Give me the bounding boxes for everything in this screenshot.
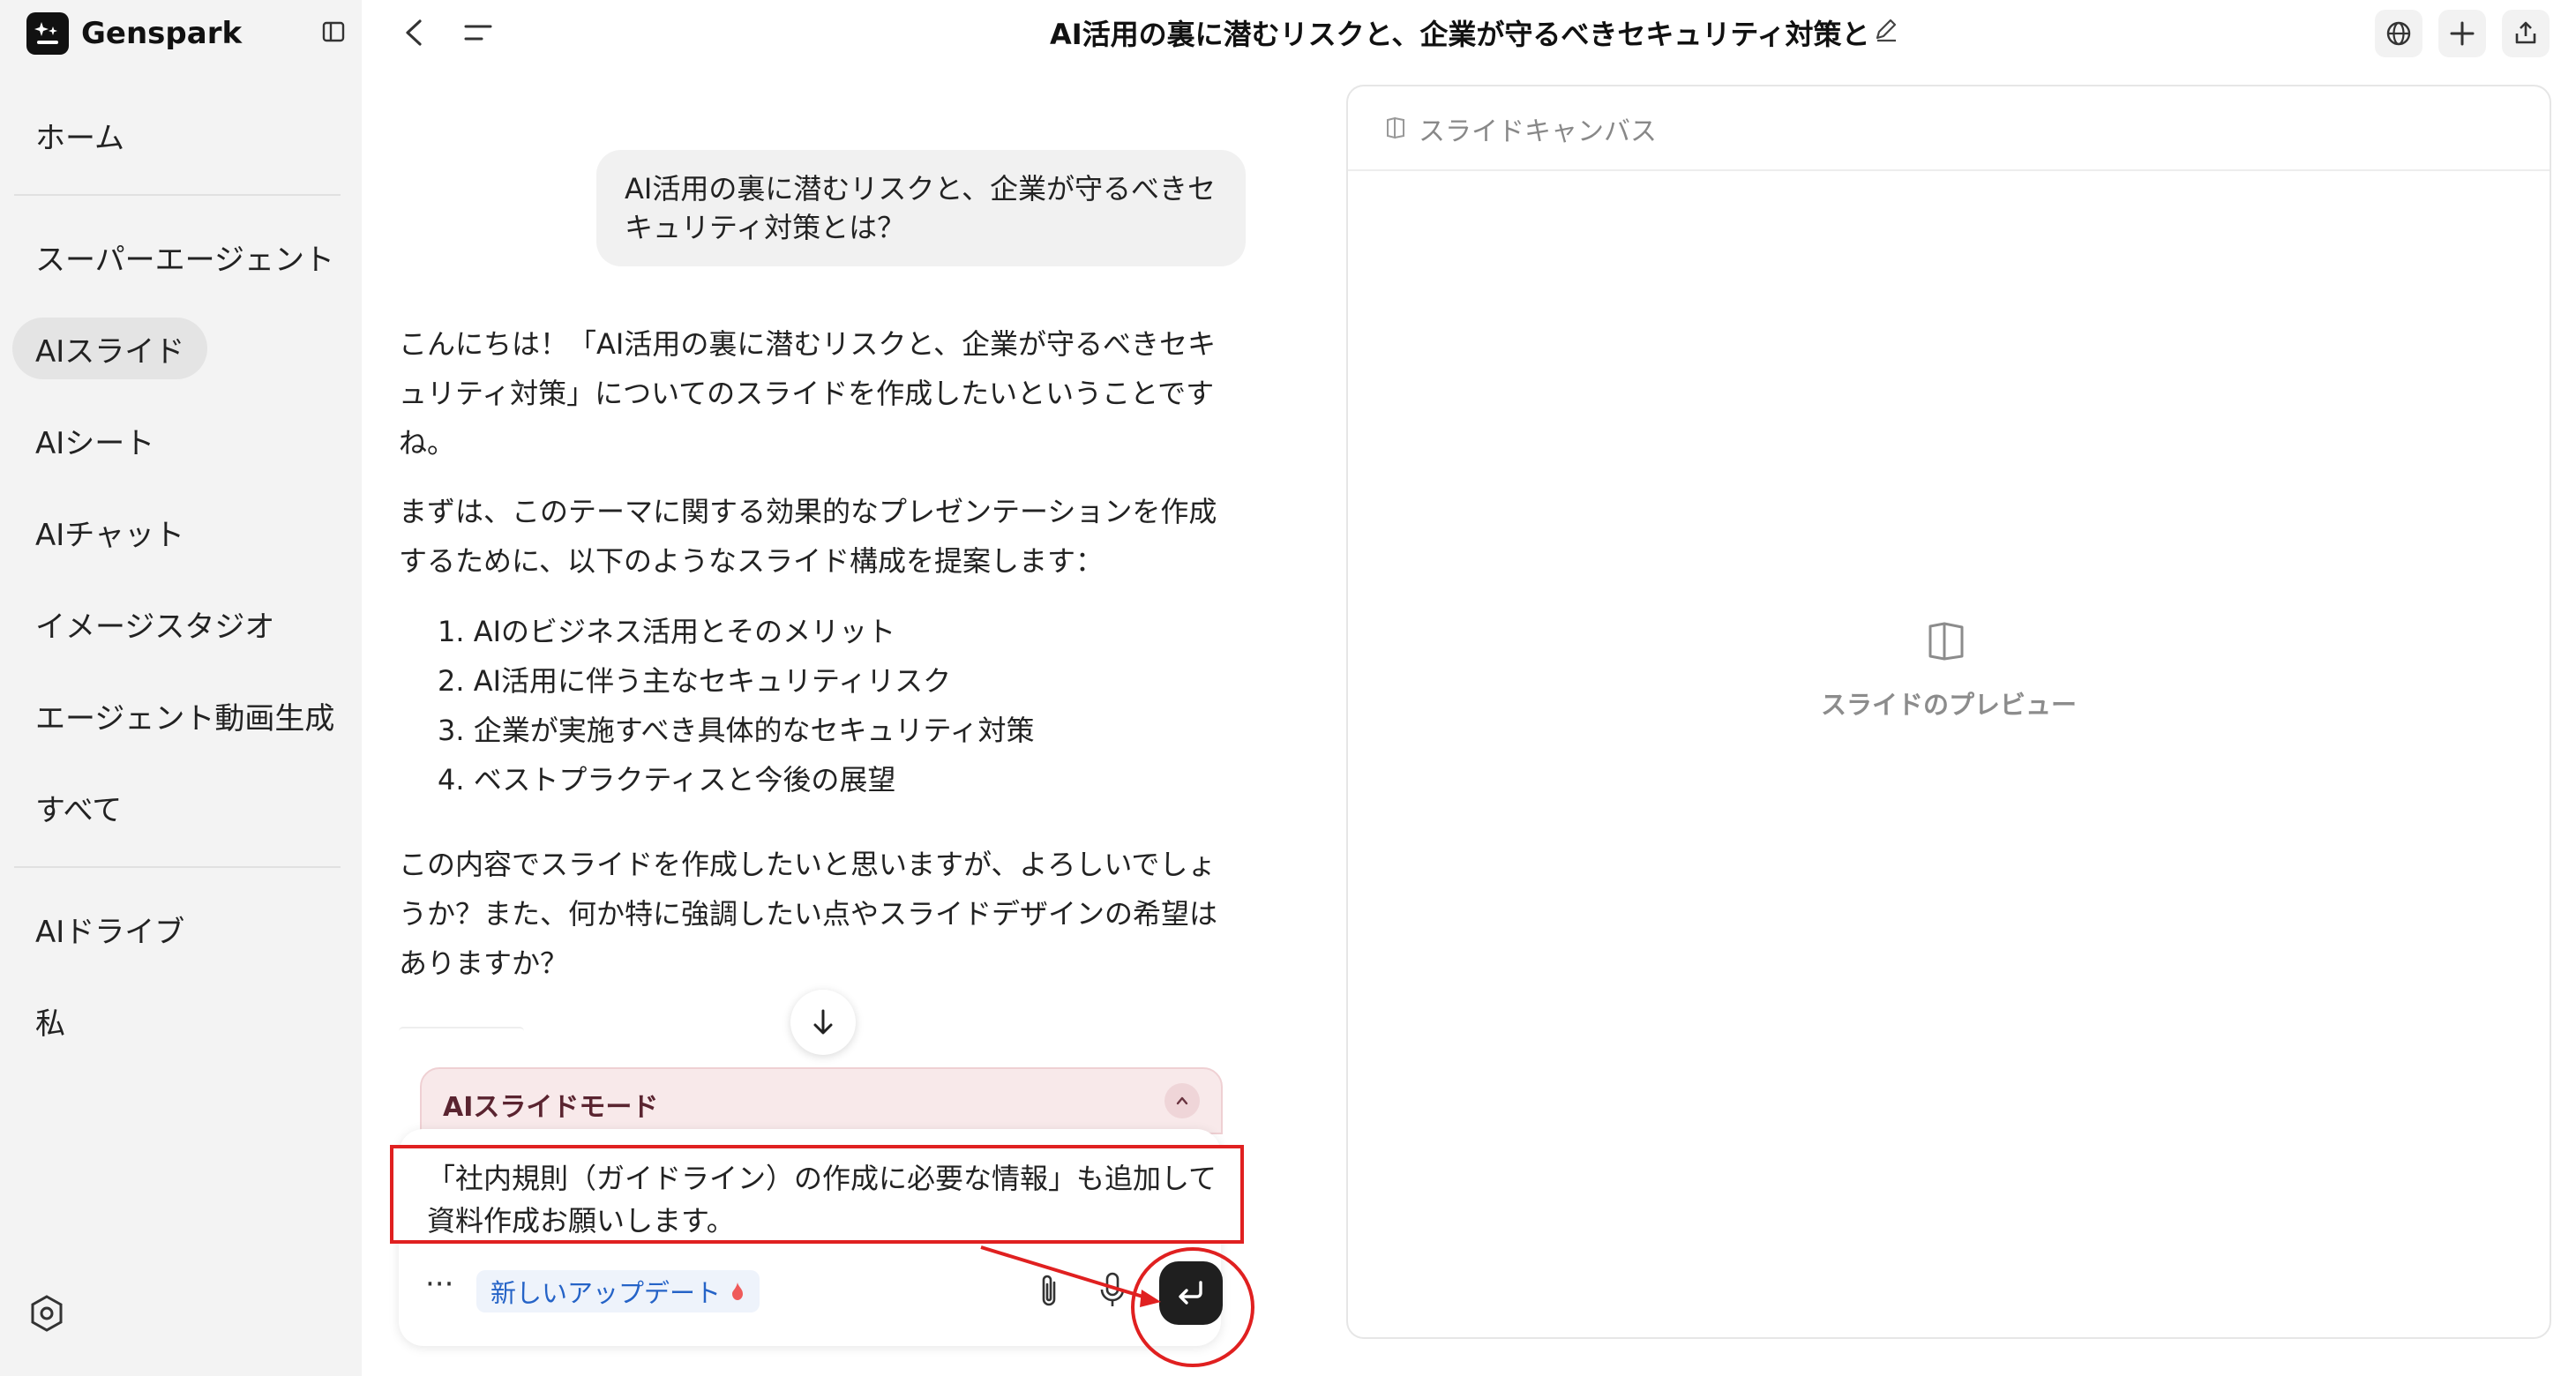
outline-list: 1. AIのビジネス活用とそのメリット 2. AI活用に伴う主なセキュリティリス…: [438, 607, 1035, 804]
sidebar-item-ai-drive[interactable]: AIドライブ: [12, 898, 207, 960]
user-message: AI活用の裏に潜むリスクと、企業が守るべきセキュリティ対策とは？: [596, 150, 1246, 266]
slide-preview-label: スライドのプレビュー: [1820, 690, 2077, 720]
sidebar-item-home[interactable]: ホーム: [12, 104, 147, 166]
brand-name: Genspark: [81, 16, 243, 51]
assistant-paragraph: こんにちは！「AI活用の裏に潜むリスクと、企業が守るべきセキュリティ対策」につい…: [399, 327, 1217, 460]
new-update-badge[interactable]: 新しいアップデート: [476, 1270, 760, 1312]
chevron-up-icon[interactable]: [1164, 1083, 1200, 1118]
send-button[interactable]: [1159, 1261, 1223, 1325]
new-update-label: 新しいアップデート: [490, 1278, 722, 1308]
list-item: 3. 企業が実施すべき具体的なセキュリティ対策: [438, 714, 1035, 747]
page-title: AI活用の裏に潜むリスクと、企業が守るべきセキュリティ対策と: [1050, 18, 1870, 51]
sidebar-toggle-icon[interactable]: [321, 19, 346, 44]
microphone-icon[interactable]: [1097, 1270, 1127, 1311]
sidebar-item-ai-chat[interactable]: AIチャット: [12, 501, 207, 563]
enter-icon: [1179, 1281, 1202, 1305]
assistant-paragraph: この内容でスライドを作成したいと思いますが、よろしいでしょうか？また、何か特に強…: [399, 848, 1218, 980]
book-open-icon: [1928, 622, 1964, 661]
more-options-button[interactable]: ···: [425, 1269, 461, 1302]
sidebar-item-ai-slides[interactable]: AIスライド: [12, 318, 208, 379]
arrow-down-icon: [813, 1009, 833, 1035]
scroll-to-bottom-button[interactable]: [790, 990, 856, 1055]
sidebar-item-super-agent[interactable]: スーパーエージェント: [12, 226, 357, 288]
flame-icon: [732, 1283, 744, 1300]
globe-icon[interactable]: [2375, 10, 2422, 57]
genspark-logo-icon: [26, 12, 69, 55]
share-icon[interactable]: [2502, 10, 2550, 57]
settings-icon[interactable]: [26, 1293, 67, 1334]
prompt-input-text[interactable]: 「社内規則（ガイドライン）の作成に必要な情報」も追加して資料作成お願いします。: [427, 1157, 1221, 1242]
sidebar-item-agent-video[interactable]: エージェント動画生成: [12, 684, 357, 746]
assistant-paragraph: まずは、このテーマに関する効果的なプレゼンテーションを作成するために、以下のよう…: [399, 495, 1217, 578]
book-open-icon: [1387, 116, 1404, 139]
list-item: 2. AI活用に伴う主なセキュリティリスク: [438, 664, 952, 698]
edit-pencil-icon[interactable]: [1872, 16, 1900, 44]
plus-icon[interactable]: [2438, 10, 2486, 57]
sidebar-item-all[interactable]: すべて: [12, 776, 145, 838]
canvas-title: スライドキャンバス: [1419, 116, 1657, 147]
sidebar-item-ai-sheets[interactable]: AIシート: [12, 409, 177, 471]
list-item: 4. ベストプラクティスと今後の展望: [438, 763, 896, 796]
message-actions-stub: [399, 1027, 524, 1036]
slide-canvas-panel: スライドキャンバス スライドのプレビュー: [1346, 85, 2551, 1339]
sidebar-divider: [14, 866, 341, 868]
sidebar: Genspark ホーム スーパーエージェント AIスライド AIシート AIチ…: [0, 0, 362, 1376]
back-arrow-icon[interactable]: [399, 16, 431, 49]
prompt-input[interactable]: 「社内規則（ガイドライン）の作成に必要な情報」も追加して資料作成お願いします。: [390, 1145, 1244, 1244]
canvas-header: スライドキャンバス: [1348, 86, 2550, 171]
brand[interactable]: Genspark: [26, 9, 242, 58]
sidebar-item-image-studio[interactable]: イメージスタジオ: [12, 593, 297, 654]
sidebar-divider: [14, 194, 341, 196]
list-item: 1. AIのビジネス活用とそのメリット: [438, 615, 896, 648]
mode-label: AIスライドモード: [443, 1092, 659, 1123]
mode-banner: AIスライドモード: [420, 1067, 1223, 1134]
paperclip-icon[interactable]: [1034, 1272, 1064, 1311]
sidebar-item-me[interactable]: 私: [12, 990, 88, 1051]
menu-icon[interactable]: [462, 19, 494, 46]
